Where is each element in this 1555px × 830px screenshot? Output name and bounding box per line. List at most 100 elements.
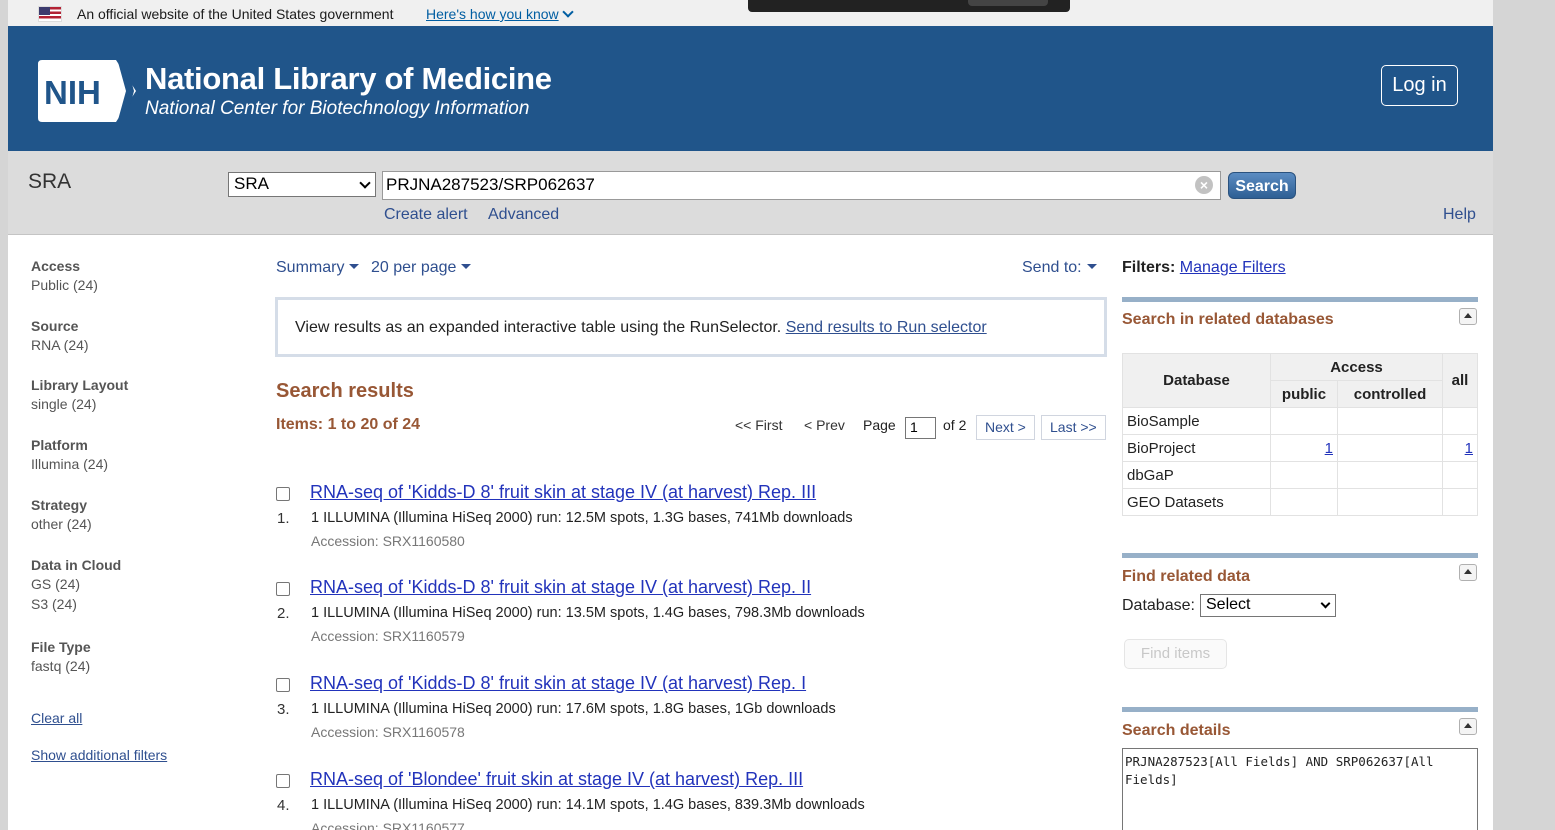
col-header-controlled: controlled <box>1337 380 1443 408</box>
send-to-label: Send to: <box>1022 259 1082 276</box>
pager-next-button[interactable]: Next > <box>976 415 1035 440</box>
result-accession: Accession: SRX1160578 <box>311 724 465 740</box>
count-link[interactable]: 1 <box>1325 440 1333 457</box>
db-public-count <box>1270 461 1338 489</box>
facet-title: Access <box>31 258 81 274</box>
svg-text:NIH: NIH <box>44 74 101 111</box>
filters-heading: Filters: Manage Filters <box>1122 259 1286 277</box>
db-controlled-count <box>1337 407 1443 435</box>
show-additional-filters-link[interactable]: Show additional filters <box>31 747 167 763</box>
db-public-count: 1 <box>1270 434 1338 462</box>
facet-item[interactable]: Public (24) <box>31 277 98 293</box>
table-row: BioProject 1 1 <box>1122 434 1478 462</box>
caret-down-icon <box>1086 264 1097 269</box>
related-database-select-value: Select <box>1206 596 1251 613</box>
result-checkbox[interactable] <box>276 774 290 788</box>
facet-item[interactable]: fastq (24) <box>31 658 91 674</box>
gov-banner-link[interactable]: Here's how you know <box>426 6 574 22</box>
result-number: 3. <box>277 701 290 718</box>
nlm-title[interactable]: National Library of Medicine <box>145 61 552 97</box>
advanced-search-link[interactable]: Advanced <box>488 206 559 224</box>
col-header-database: Database <box>1122 353 1271 408</box>
facet-item[interactable]: RNA (24) <box>31 337 89 353</box>
facet-item[interactable]: Illumina (24) <box>31 456 108 472</box>
search-button[interactable]: Search <box>1228 172 1296 199</box>
database-label: SRA <box>28 170 72 193</box>
facet-library-layout: Library Layout single (24) <box>31 377 128 412</box>
facet-title: Library Layout <box>31 377 129 393</box>
result-number: 1. <box>277 510 290 527</box>
runselector-text: View results as an expanded interactive … <box>295 319 782 336</box>
database-select-value: SRA <box>234 174 269 193</box>
search-bar: SRA SRA PRJNA287523/SRP062637 × Search C… <box>8 151 1493 235</box>
facet-item[interactable]: single (24) <box>31 396 128 412</box>
nih-logo-icon[interactable]: NIH <box>38 60 136 122</box>
chevron-down-icon <box>1320 598 1331 609</box>
manage-filters-link[interactable]: Manage Filters <box>1180 259 1286 276</box>
result-description: 1 ILLUMINA (Illumina HiSeq 2000) run: 17… <box>311 701 836 717</box>
facet-item[interactable]: other (24) <box>31 516 92 532</box>
table-row: GEO Datasets <box>1122 488 1478 516</box>
create-alert-link[interactable]: Create alert <box>384 206 468 224</box>
related-database-select[interactable]: Select <box>1200 594 1336 617</box>
db-name: BioProject <box>1122 434 1271 462</box>
collapse-search-details-icon[interactable] <box>1459 718 1477 735</box>
result-title-link[interactable]: RNA-seq of 'Kidds-D 8' fruit skin at sta… <box>310 577 811 598</box>
result-title-link[interactable]: RNA-seq of 'Kidds-D 8' fruit skin at sta… <box>310 482 816 503</box>
facet-item[interactable]: S3 (24) <box>31 596 121 612</box>
nlm-header: NIH National Library of Medicine Nationa… <box>8 26 1493 151</box>
collapse-related-db-icon[interactable] <box>1459 308 1477 325</box>
result-number: 2. <box>277 605 290 622</box>
per-page-dropdown[interactable]: 20 per page <box>371 259 472 277</box>
db-controlled-count <box>1337 434 1443 462</box>
items-count: Items: 1 to 20 of 24 <box>276 416 421 433</box>
login-button[interactable]: Log in <box>1381 65 1458 106</box>
db-name: GEO Datasets <box>1122 488 1271 516</box>
facet-title: Source <box>31 318 79 334</box>
gov-banner-link-label: Here's how you know <box>426 6 559 22</box>
facet-item[interactable]: GS (24) <box>31 576 121 592</box>
results-title: Search results <box>276 380 414 402</box>
result-title-link[interactable]: RNA-seq of 'Blondee' fruit skin at stage… <box>310 769 803 790</box>
facet-source: Source RNA (24) <box>31 318 89 353</box>
page: An official website of the United States… <box>8 0 1493 830</box>
page-number-input[interactable]: 1 <box>905 417 936 439</box>
result-accession: Accession: SRX1160579 <box>311 628 465 644</box>
result-checkbox[interactable] <box>276 487 290 501</box>
pager-of: of 2 <box>943 417 967 433</box>
result-title-link[interactable]: RNA-seq of 'Kidds-D 8' fruit skin at sta… <box>310 673 806 694</box>
db-all-count: 1 <box>1442 434 1478 462</box>
db-public-count <box>1270 488 1338 516</box>
find-items-button[interactable]: Find items <box>1124 639 1227 669</box>
facet-title: Strategy <box>31 497 88 513</box>
result-accession: Accession: SRX1160577 <box>311 820 465 830</box>
pager-last-button[interactable]: Last >> <box>1041 415 1106 440</box>
col-header-all: all <box>1442 353 1478 408</box>
window-gutter <box>1493 0 1555 830</box>
caret-down-icon <box>349 264 360 269</box>
clear-all-link[interactable]: Clear all <box>31 710 82 726</box>
search-input[interactable]: PRJNA287523/SRP062637 <box>382 171 1221 200</box>
search-details-textarea[interactable]: PRJNA287523[All Fields] AND SRP062637[Al… <box>1122 748 1478 830</box>
database-select[interactable]: SRA <box>228 172 376 197</box>
result-checkbox[interactable] <box>276 678 290 692</box>
count-link[interactable]: 1 <box>1465 440 1473 457</box>
result-description: 1 ILLUMINA (Illumina HiSeq 2000) run: 13… <box>311 605 865 621</box>
filters-label: Filters: <box>1122 259 1176 276</box>
help-link[interactable]: Help <box>1443 206 1476 224</box>
collapse-find-related-icon[interactable] <box>1459 564 1477 581</box>
result-checkbox[interactable] <box>276 582 290 596</box>
db-controlled-count <box>1337 488 1443 516</box>
search-details-title: Search details <box>1122 722 1231 739</box>
db-all-count <box>1442 488 1478 516</box>
result-description: 1 ILLUMINA (Illumina HiSeq 2000) run: 12… <box>311 510 853 526</box>
db-controlled-count <box>1337 461 1443 489</box>
send-to-run-selector-link[interactable]: Send results to Run selector <box>786 319 987 336</box>
facet-title: Data in Cloud <box>31 557 122 573</box>
us-flag-icon <box>38 6 62 22</box>
summary-dropdown[interactable]: Summary <box>276 259 360 277</box>
facet-title: Platform <box>31 437 88 453</box>
pager-first: << First <box>735 417 783 433</box>
send-to-dropdown[interactable]: Send to: <box>1022 259 1097 277</box>
clear-search-icon[interactable]: × <box>1195 176 1213 194</box>
